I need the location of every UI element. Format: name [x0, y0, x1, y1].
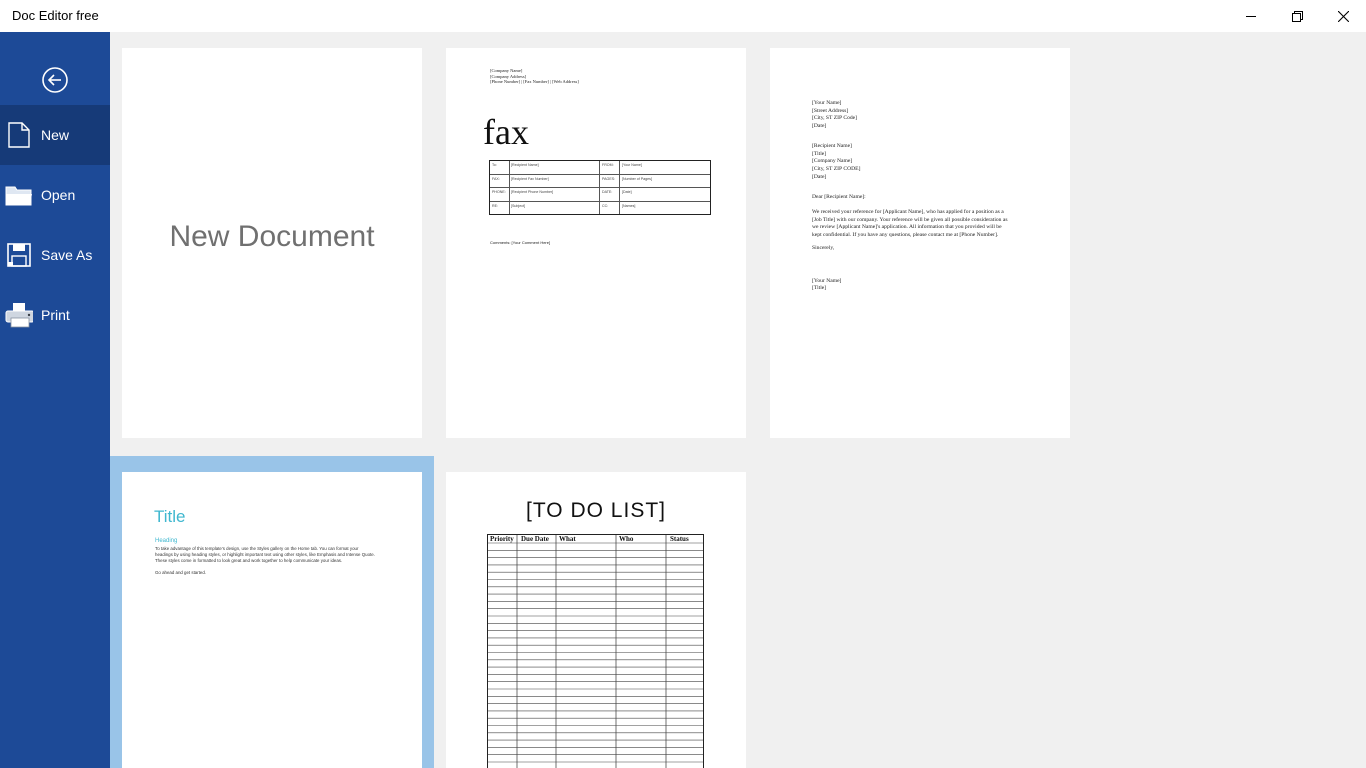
- sidebar-item-label: Open: [41, 187, 76, 203]
- fax-cell: CC:: [602, 203, 609, 208]
- todo-grid-lines: [488, 535, 703, 768]
- letter-line: [Company Name]: [812, 158, 853, 164]
- letter-line: [Title]: [812, 285, 827, 291]
- new-document-icon: [5, 121, 33, 149]
- letter-line: [Your Name]: [812, 100, 842, 106]
- fax-cell: [Recipient Fax Number]: [511, 176, 549, 181]
- fax-cell: [Subject]: [511, 203, 525, 208]
- letter-line: [Title]: [812, 151, 827, 157]
- close-button[interactable]: [1320, 0, 1366, 32]
- sidebar: New Open Save As Print: [0, 32, 110, 768]
- letter-line: [City, ST ZIP Code]: [812, 115, 858, 121]
- fax-row: RE: [Subject] CC: [Names]: [490, 202, 710, 216]
- fax-cell: FROM:: [602, 163, 614, 167]
- fax-comments: Comments: [Your Comment Here]: [490, 240, 551, 245]
- template-report[interactable]: Title Heading To take advantage of this …: [122, 472, 422, 768]
- app-title: Doc Editor free: [12, 8, 99, 23]
- printer-icon: [5, 301, 33, 329]
- letter-line: [Date]: [812, 123, 827, 129]
- sidebar-item-print[interactable]: Print: [0, 285, 110, 345]
- fax-row: FAX: [Recipient Fax Number] PAGES: [Numb…: [490, 175, 710, 188]
- letter-line: [Recipient Name]: [812, 143, 852, 149]
- folder-icon: [5, 181, 33, 209]
- todo-title: [TO DO LIST]: [526, 499, 666, 522]
- letter-line: [Date]: [812, 174, 827, 180]
- sidebar-item-label: Save As: [41, 247, 93, 263]
- fax-cell: [Your Name]: [622, 163, 642, 167]
- fax-divider: [619, 161, 620, 214]
- close-icon: [1337, 10, 1349, 22]
- restore-icon: [1291, 10, 1303, 22]
- fax-table: To: [Recipient Name] FROM: [Your Name] F…: [489, 160, 711, 215]
- template-todo-list[interactable]: [TO DO LIST] Priority Due Date What Who …: [446, 472, 746, 768]
- fax-cell: [Recipient Name]: [511, 163, 539, 167]
- report-heading: Heading: [155, 538, 178, 544]
- back-button[interactable]: [41, 66, 69, 94]
- fax-cell: DATE:: [602, 190, 613, 194]
- letter-line: [Your Name]: [812, 278, 842, 284]
- sidebar-item-label: Print: [41, 307, 70, 323]
- template-fax[interactable]: [Company Name] [Company Address] [Phone …: [446, 48, 746, 438]
- sidebar-item-open[interactable]: Open: [0, 165, 110, 225]
- letter-body-line: kept confidential. If you have any quest…: [812, 232, 999, 238]
- fax-cell: FAX:: [492, 176, 500, 181]
- fax-row: To: [Recipient Name] FROM: [Your Name]: [490, 161, 710, 175]
- fax-cell: RE:: [492, 203, 498, 208]
- fax-divider: [509, 161, 510, 214]
- fax-heading: fax: [483, 112, 529, 152]
- restore-button[interactable]: [1274, 0, 1320, 32]
- save-icon: [5, 241, 33, 269]
- report-body-line: headings by using heading styles, or hig…: [155, 552, 375, 557]
- report-title: Title: [154, 507, 186, 526]
- fax-cell: To:: [492, 163, 497, 167]
- template-label: New Document: [169, 220, 375, 253]
- fax-cell: [Recipient Phone Number]: [511, 190, 554, 194]
- letter-body-line: We received your reference for [Applican…: [812, 209, 1004, 215]
- template-gallery: New Document [Company Name] [Company Add…: [110, 32, 1366, 768]
- sidebar-item-label: New: [41, 127, 70, 143]
- fax-cell: PHONE:: [492, 190, 506, 194]
- letter-line: [Street Address]: [812, 108, 849, 114]
- letter-line: [City, ST ZIP CODE]: [812, 166, 861, 172]
- fax-cell: [Names]: [622, 203, 636, 208]
- fax-header-line: [Phone Number] | [Fax Number] | [Web Add…: [490, 79, 579, 84]
- fax-cell: PAGES:: [602, 176, 616, 181]
- report-body-line: Go ahead and get started.: [155, 570, 207, 575]
- sidebar-item-new[interactable]: New: [0, 105, 110, 165]
- minimize-icon: [1246, 16, 1256, 17]
- fax-divider: [599, 161, 600, 214]
- report-body-line: To take advantage of this template's des…: [155, 546, 359, 551]
- fax-cell: [Date]: [622, 190, 632, 194]
- fax-row: PHONE: [Recipient Phone Number] DATE: [D…: [490, 188, 710, 202]
- sidebar-item-save-as[interactable]: Save As: [0, 225, 110, 285]
- todo-table: Priority Due Date What Who Status: [487, 534, 704, 768]
- report-body-line: These styles come in formatted to look g…: [155, 558, 343, 563]
- template-letter[interactable]: [Your Name] [Street Address] [City, ST Z…: [770, 48, 1070, 438]
- letter-closing: Sincerely,: [812, 245, 835, 251]
- letter-body-line: we review [Applicant Name]'s application…: [812, 224, 1002, 230]
- template-new-document[interactable]: New Document: [122, 48, 422, 438]
- title-bar: Doc Editor free: [0, 0, 1366, 32]
- back-arrow-icon: [42, 67, 68, 93]
- fax-cell: [Number of Pages]: [622, 176, 652, 181]
- minimize-button[interactable]: [1228, 0, 1274, 32]
- letter-salutation: Dear [Recipient Name]:: [812, 194, 866, 200]
- letter-body-line: [Job Title] with our company. Your refer…: [812, 217, 1008, 223]
